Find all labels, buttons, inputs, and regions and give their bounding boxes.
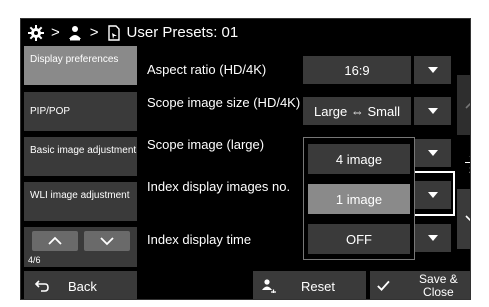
dropdown-option-off[interactable]: OFF xyxy=(308,224,410,254)
sidebar-item-display-preferences[interactable]: Display preferences xyxy=(24,46,137,85)
sidebar-item-basic-image-adjustment[interactable]: Basic image adjustment xyxy=(24,137,137,176)
index-display-time-dropdown-button[interactable] xyxy=(414,224,451,252)
aspect-ratio-value-text: 16:9 xyxy=(344,62,370,78)
user-reset-icon xyxy=(262,279,276,293)
breadcrumb: > > User Presets: 01 xyxy=(21,19,470,46)
scroll-divider xyxy=(465,162,470,163)
sidebar-pager: 4/6 xyxy=(24,227,137,267)
scroll-up-button[interactable] xyxy=(457,75,470,135)
sidebar-item-pip-pop[interactable]: PIP/POP xyxy=(24,92,137,131)
document-arrow-icon xyxy=(105,24,123,42)
index-display-time-label: Index display time xyxy=(147,232,252,247)
breadcrumb-separator: > xyxy=(89,24,99,41)
scope-image-size-value[interactable]: Large ⇔ Small xyxy=(303,97,411,125)
dropdown-list: 4 image 1 image OFF xyxy=(303,137,415,260)
dropdown-option-label: 1 image xyxy=(335,191,383,207)
aspect-ratio-label: Aspect ratio (HD/4K) xyxy=(147,62,267,77)
focus-highlight xyxy=(409,171,455,216)
index-display-images-label: Index display images no. xyxy=(147,179,291,194)
scope-image-size-label: Scope image size (HD/4K) xyxy=(147,95,301,110)
page-up-button[interactable] xyxy=(32,231,78,251)
scope-image-size-value-text: Large ⇔ Small xyxy=(314,103,400,119)
footer: Back Reset Save & Close xyxy=(21,268,470,299)
sidebar-item-label: WLI image adjustment xyxy=(30,190,130,201)
page-down-button[interactable] xyxy=(84,231,130,251)
chevron-up-icon xyxy=(48,236,62,245)
chevron-down-icon xyxy=(465,215,470,222)
sidebar: Display preferences PIP/POP Basic image … xyxy=(21,46,139,268)
chevron-up-icon xyxy=(465,102,470,109)
page-indicator: 4/6 xyxy=(28,255,41,265)
page-title: User Presets: 01 xyxy=(126,24,239,41)
gear-icon xyxy=(27,24,45,42)
checkmark-icon xyxy=(377,280,390,292)
sidebar-item-label: Display preferences xyxy=(30,54,119,65)
aspect-ratio-value[interactable]: 16:9 xyxy=(303,56,411,84)
scroll-current: 1 xyxy=(457,147,470,161)
sidebar-item-label: Basic image adjustment xyxy=(30,145,137,156)
scope-image-size-dropdown-button[interactable] xyxy=(414,97,451,125)
triangle-down-icon xyxy=(427,235,438,241)
dropdown-option-label: 4 image xyxy=(335,151,383,167)
triangle-down-icon xyxy=(427,150,438,156)
scroll-down-button[interactable] xyxy=(457,189,470,249)
back-button[interactable]: Back xyxy=(24,271,137,299)
dropdown-option-label: OFF xyxy=(346,231,372,247)
triangle-down-icon xyxy=(427,67,438,73)
reset-label: Reset xyxy=(301,278,335,294)
dropdown-option-1-image[interactable]: 1 image xyxy=(308,184,410,214)
user-icon xyxy=(66,24,84,42)
sidebar-item-label: PIP/POP xyxy=(30,106,71,117)
preset-screen: > > User Presets: 01 Display preferences… xyxy=(20,18,471,300)
back-label: Back xyxy=(68,278,97,294)
scope-image-large-dropdown-button[interactable] xyxy=(414,139,451,167)
scroll-position: 1 3 xyxy=(457,137,470,187)
chevron-down-icon xyxy=(100,237,114,246)
save-close-button[interactable]: Save & Close xyxy=(370,271,470,299)
aspect-ratio-dropdown-button[interactable] xyxy=(414,56,451,84)
save-close-label: Save & Close xyxy=(419,272,458,299)
reset-button[interactable]: Reset xyxy=(253,271,366,299)
scope-image-large-label: Scope image (large) xyxy=(147,137,265,152)
triangle-down-icon xyxy=(427,108,438,114)
breadcrumb-separator: > xyxy=(51,24,60,41)
sidebar-item-wli-image-adjustment[interactable]: WLI image adjustment xyxy=(24,182,137,221)
scroll-total: 3 xyxy=(457,164,470,178)
return-arrow-icon xyxy=(34,280,49,292)
dropdown-option-4-image[interactable]: 4 image xyxy=(308,144,410,174)
